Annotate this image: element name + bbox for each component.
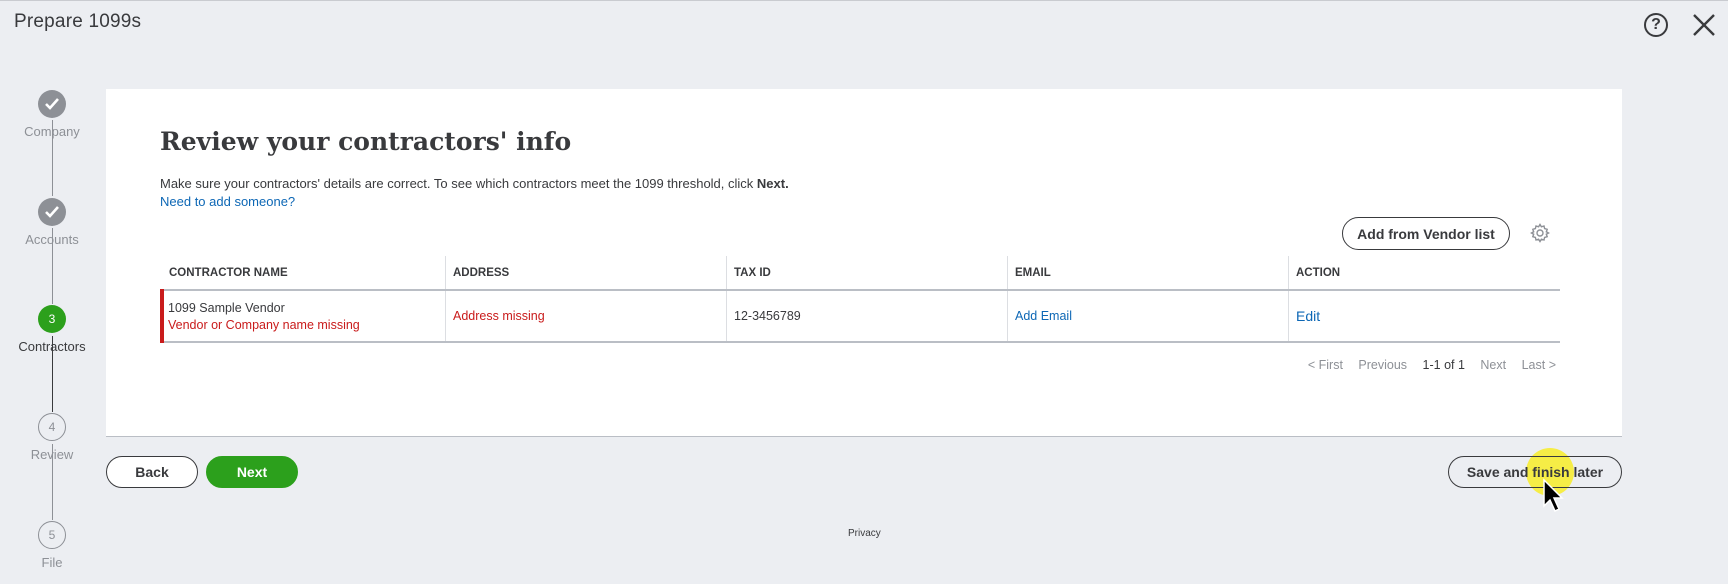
step-company[interactable]: Company [0,90,104,139]
column-header-contractor-name: CONTRACTOR NAME [162,256,446,291]
help-icon[interactable]: ? [1644,13,1668,37]
top-bar: Prepare 1099s ? [0,0,1728,51]
column-header-address: ADDRESS [445,256,727,291]
edit-link[interactable]: Edit [1296,308,1320,324]
add-someone-link[interactable]: Need to add someone? [160,194,295,209]
check-icon [38,198,66,226]
step-label: File [41,555,63,570]
description: Make sure your contractors' details are … [160,176,789,191]
step-number: 4 [38,413,66,441]
step-number: 5 [38,521,66,549]
step-label: Review [30,447,74,462]
step-review: 4 Review [0,413,104,462]
description-bold: Next. [756,176,789,191]
gear-icon[interactable] [1530,223,1550,243]
table-row: 1099 Sample Vendor Vendor or Company nam… [160,290,1560,343]
next-button[interactable]: Next [206,456,298,488]
close-icon[interactable] [1690,11,1718,39]
page-title: Prepare 1099s [14,11,142,32]
table-header-row: CONTRACTOR NAME ADDRESS TAX ID EMAIL ACT… [162,256,1560,291]
address-cell: Address missing [445,290,727,343]
step-accounts[interactable]: Accounts [0,198,104,247]
main-heading: Review your contractors' info [160,127,572,156]
pagination: < First Previous 1-1 of 1 Next Last > [1296,358,1556,372]
step-file: 5 File [0,521,104,570]
step-number: 3 [38,305,66,333]
column-header-email: EMAIL [1007,256,1289,291]
pagination-last[interactable]: Last > [1522,358,1556,372]
pagination-range: 1-1 of 1 [1422,358,1465,372]
step-label: Contractors [18,339,86,354]
check-icon [38,90,66,118]
step-label: Company [24,124,80,139]
contractor-name-cell: 1099 Sample Vendor Vendor or Company nam… [160,290,446,343]
save-and-finish-later-button[interactable]: Save and finish later [1448,456,1622,488]
pagination-first[interactable]: < First [1308,358,1343,372]
contractor-name: 1099 Sample Vendor [168,300,285,315]
progress-stepper: Company Accounts 3 Contractors 4 Review … [0,88,104,578]
add-from-vendor-list-button[interactable]: Add from Vendor list [1342,217,1510,250]
pagination-next[interactable]: Next [1480,358,1506,372]
add-email-link[interactable]: Add Email [1015,309,1072,323]
column-header-tax-id: TAX ID [726,256,1008,291]
step-label: Accounts [25,232,79,247]
column-header-action: ACTION [1288,256,1560,291]
privacy-link[interactable]: Privacy [848,528,881,539]
contractor-name-error: Vendor or Company name missing [168,317,360,332]
review-card: Review your contractors' info Make sure … [106,89,1622,437]
tax-id-cell: 12-3456789 [726,290,1008,343]
step-contractors: 3 Contractors [0,305,104,354]
action-cell: Edit [1288,290,1560,343]
contractors-table: CONTRACTOR NAME ADDRESS TAX ID EMAIL ACT… [160,256,1560,343]
back-button[interactable]: Back [106,456,198,488]
pagination-previous[interactable]: Previous [1358,358,1407,372]
description-text: Make sure your contractors' details are … [160,176,757,191]
email-cell: Add Email [1007,290,1289,343]
